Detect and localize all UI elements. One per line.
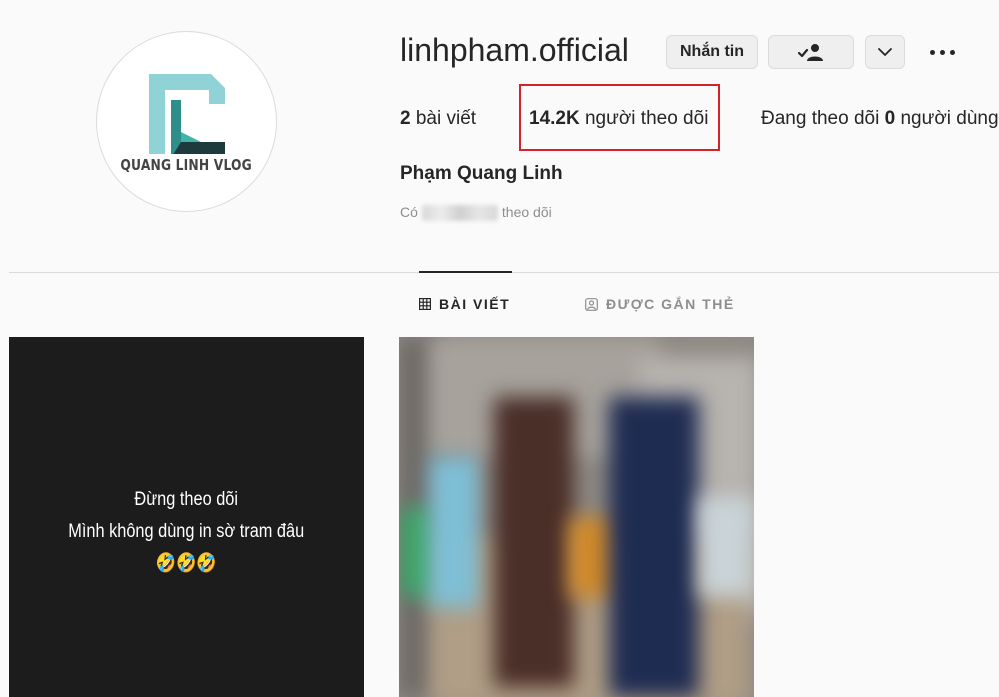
suggested-accounts-button[interactable] (865, 35, 905, 69)
avatar-brand-text: QUANG LINH VLOG (120, 155, 253, 174)
message-button[interactable]: Nhắn tin (666, 35, 758, 69)
posts-count-stat: 2 bài viết (400, 108, 477, 129)
tab-posts[interactable]: BÀI VIẾT (419, 296, 510, 312)
following-button[interactable] (768, 35, 854, 69)
post-text-tile[interactable]: Đừng theo dõi Mình không dùng in sờ tram… (9, 337, 364, 697)
chevron-down-icon (878, 48, 892, 56)
active-tab-indicator (419, 271, 512, 273)
username: linhpham.official (400, 32, 629, 68)
more-options-icon[interactable] (926, 43, 958, 61)
person-check-icon (798, 44, 823, 61)
profile-avatar[interactable]: QUANG LINH VLOG (96, 31, 277, 212)
post-caption: Đừng theo dõi Mình không dùng in sờ tram… (68, 489, 305, 574)
mutual-followers-text[interactable]: Có theo dõi (400, 204, 552, 222)
full-name: Phạm Quang Linh (400, 163, 563, 184)
quang-linh-logo (148, 73, 225, 154)
blurred-mutual-names (421, 205, 498, 222)
following-count-stat[interactable]: Đang theo dõi 0 người dùng (761, 108, 999, 130)
tag-icon (585, 297, 598, 311)
grid-icon (419, 298, 431, 310)
tab-tagged[interactable]: ĐƯỢC GẮN THẺ (585, 296, 735, 312)
followers-highlight-box (519, 84, 720, 151)
post-photo-tile[interactable] (399, 337, 754, 697)
